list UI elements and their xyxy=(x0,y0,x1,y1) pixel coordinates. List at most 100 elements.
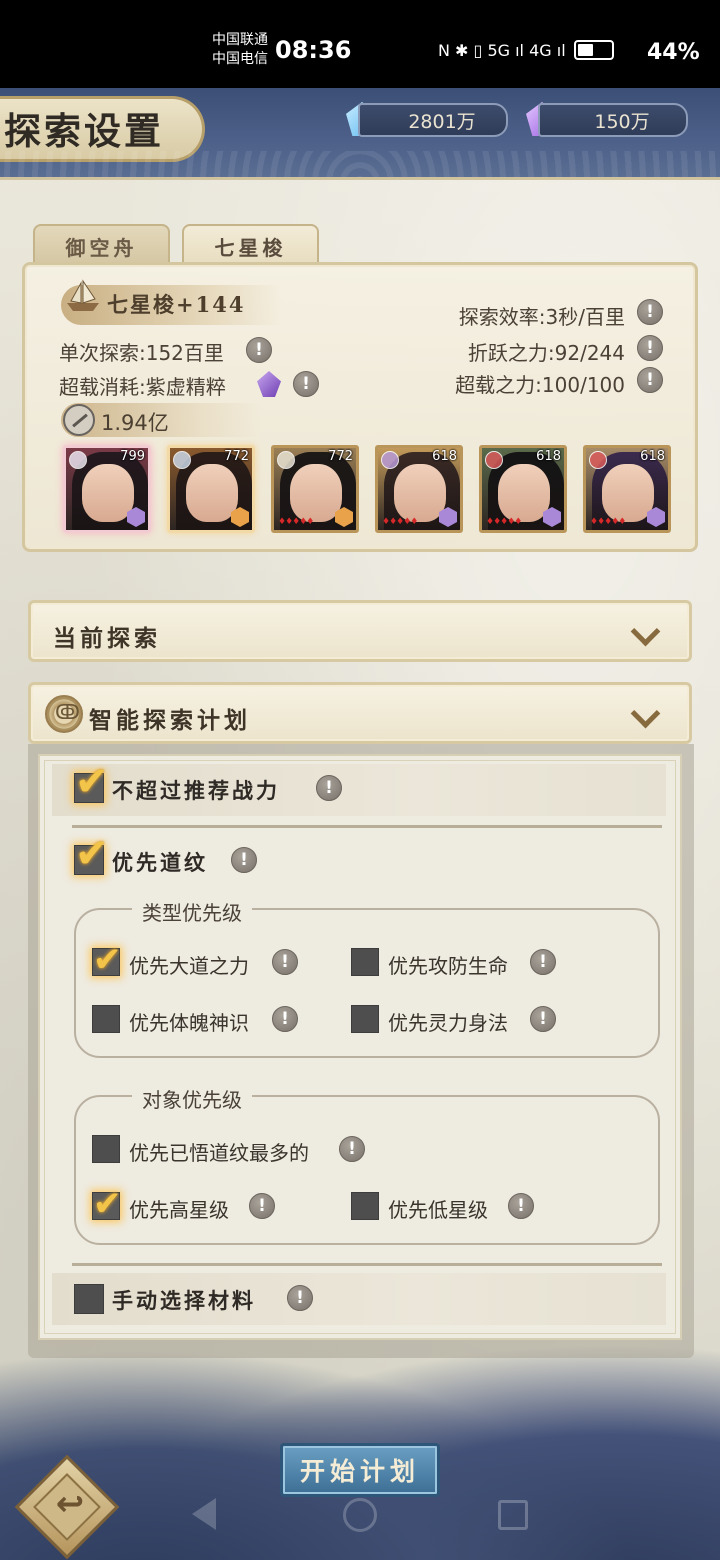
info-icon[interactable]: ! xyxy=(637,335,663,361)
info-icon[interactable]: ! xyxy=(293,371,319,397)
hero-portrait[interactable]: 772 ♦♦♦♦♦ xyxy=(271,445,359,533)
label-prioritize-pattern[interactable]: 优先道纹 xyxy=(112,847,208,877)
current-explore-section[interactable]: 当前探索 xyxy=(28,600,692,662)
star-rating-icon: ♦♦♦♦♦ xyxy=(486,517,522,527)
hero-face xyxy=(186,464,238,522)
carrier-1: 中国联通 xyxy=(212,32,268,48)
label-target-low-star[interactable]: 优先低星级 xyxy=(388,1194,488,1223)
checkmark-icon: ✔ xyxy=(93,1184,122,1224)
tab-qixingsuo[interactable]: 七星梭 xyxy=(182,224,319,266)
info-icon[interactable]: ! xyxy=(339,1136,365,1162)
checkmark-icon: ✔ xyxy=(75,831,109,877)
element-icon xyxy=(381,451,399,469)
nav-home-icon[interactable] xyxy=(343,1498,377,1532)
info-icon[interactable]: ! xyxy=(287,1285,313,1311)
info-icon[interactable]: ! xyxy=(231,847,257,873)
status-icons: N ✱ ▯ 5G ıl 4G ıl xyxy=(438,40,614,60)
currency-blue[interactable]: 2801万 xyxy=(358,103,508,137)
element-icon xyxy=(173,451,191,469)
hero-level: 618 xyxy=(640,449,665,464)
system-nav-bar xyxy=(0,1492,720,1544)
label-not-exceed-power[interactable]: 不超过推荐战力 xyxy=(112,775,280,805)
currency-purple[interactable]: 150万 xyxy=(538,103,688,137)
target-priority-title: 对象优先级 xyxy=(132,1084,252,1113)
element-icon xyxy=(485,451,503,469)
label-type-lingli[interactable]: 优先灵力身法 xyxy=(388,1007,508,1036)
label-target-high-star[interactable]: 优先高星级 xyxy=(129,1194,229,1223)
info-icon[interactable]: ! xyxy=(530,949,556,975)
section-title-current-explore: 当前探索 xyxy=(53,625,161,652)
hero-level: 772 xyxy=(224,449,249,464)
checkbox-target-high-star[interactable]: ✔ xyxy=(92,1184,122,1224)
checkmark-icon: ✔ xyxy=(93,940,122,980)
divider xyxy=(72,825,662,828)
label-manual-select[interactable]: 手动选择材料 xyxy=(112,1285,256,1315)
info-icon[interactable]: ! xyxy=(249,1193,275,1219)
checkbox-not-exceed-power[interactable]: ✔ xyxy=(74,762,109,803)
hero-level: 799 xyxy=(120,449,145,464)
info-icon[interactable]: ! xyxy=(272,949,298,975)
checkbox-target-low-star[interactable] xyxy=(351,1192,379,1220)
hero-face xyxy=(394,464,446,522)
combat-power-icon xyxy=(63,404,95,436)
carrier-names: 中国联通 中国电信 xyxy=(212,31,268,69)
checkbox-manual-select[interactable] xyxy=(74,1284,104,1314)
hero-level: 618 xyxy=(432,449,457,464)
hero-portrait[interactable]: 799 xyxy=(63,445,151,533)
start-plan-button[interactable]: 开始计划 xyxy=(280,1443,440,1497)
smart-plan-section[interactable]: 智能探索计划 xyxy=(28,682,692,744)
hero-portrait[interactable]: 618 ♦♦♦♦♦ xyxy=(479,445,567,533)
overload-cost-stat: 超载消耗:紫虚精粹 xyxy=(59,375,226,399)
star-rating-icon: ♦♦♦♦♦ xyxy=(382,517,418,527)
hero-portrait[interactable]: 618 ♦♦♦♦♦ xyxy=(583,445,671,533)
checkbox-prioritize-pattern[interactable]: ✔ xyxy=(74,834,109,875)
checkbox-type-gongfang[interactable] xyxy=(351,948,379,976)
star-rating-icon: ♦♦♦♦♦ xyxy=(278,517,314,527)
info-icon[interactable]: ! xyxy=(316,775,342,801)
purple-essence-icon xyxy=(257,371,281,397)
info-icon[interactable]: ! xyxy=(637,367,663,393)
fold-power-stat: 折跃之力:92/244 xyxy=(467,341,625,365)
checkbox-type-lingli[interactable] xyxy=(351,1005,379,1033)
carrier-2: 中国电信 xyxy=(212,51,268,67)
label-type-gongfang[interactable]: 优先攻防生命 xyxy=(388,950,508,979)
explore-efficiency-stat: 探索效率:3秒/百里 xyxy=(458,305,625,329)
single-explore-stat: 单次探索:152百里 xyxy=(59,341,224,365)
info-icon[interactable]: ! xyxy=(637,299,663,325)
hero-face xyxy=(602,464,654,522)
hero-level: 618 xyxy=(536,449,561,464)
hero-portrait[interactable]: 772 xyxy=(167,445,255,533)
status-bar: 中国联通 中国电信 08:36 N ✱ ▯ 5G ıl 4G ıl 44% xyxy=(0,0,720,88)
chevron-down-icon[interactable] xyxy=(631,703,661,725)
nav-recent-icon[interactable] xyxy=(498,1500,528,1530)
checkbox-target-most-pattern[interactable] xyxy=(92,1135,120,1163)
info-icon[interactable]: ! xyxy=(272,1006,298,1032)
label-type-tipo[interactable]: 优先体魄神识 xyxy=(129,1007,249,1036)
signal-icons: N ✱ ▯ 5G ıl 4G ıl xyxy=(438,40,566,60)
battery-icon xyxy=(573,40,614,60)
boat-icon xyxy=(67,279,99,311)
overload-power-stat: 超载之力:100/100 xyxy=(455,373,625,397)
plan-icon xyxy=(45,695,83,733)
combat-power: 1.94亿 xyxy=(101,411,169,435)
checkbox-type-dadao[interactable]: ✔ xyxy=(92,940,122,980)
divider xyxy=(72,1263,662,1266)
nav-back-icon[interactable] xyxy=(192,1498,216,1530)
info-icon[interactable]: ! xyxy=(246,337,272,363)
hero-portrait[interactable]: 618 ♦♦♦♦♦ xyxy=(375,445,463,533)
clock: 08:36 xyxy=(275,36,352,64)
hero-level: 772 xyxy=(328,449,353,464)
label-target-most-pattern[interactable]: 优先已悟道纹最多的 xyxy=(129,1137,309,1166)
label-type-dadao[interactable]: 优先大道之力 xyxy=(129,950,249,979)
chevron-down-icon[interactable] xyxy=(631,621,661,643)
section-title-smart-plan: 智能探索计划 xyxy=(89,707,251,734)
element-icon xyxy=(277,451,295,469)
element-icon xyxy=(69,451,87,469)
element-icon xyxy=(589,451,607,469)
type-priority-title: 类型优先级 xyxy=(132,897,252,926)
info-icon[interactable]: ! xyxy=(508,1193,534,1219)
info-icon[interactable]: ! xyxy=(530,1006,556,1032)
checkmark-icon: ✔ xyxy=(75,759,109,805)
tab-yukongzhou[interactable]: 御空舟 xyxy=(33,224,170,266)
checkbox-type-tipo[interactable] xyxy=(92,1005,120,1033)
